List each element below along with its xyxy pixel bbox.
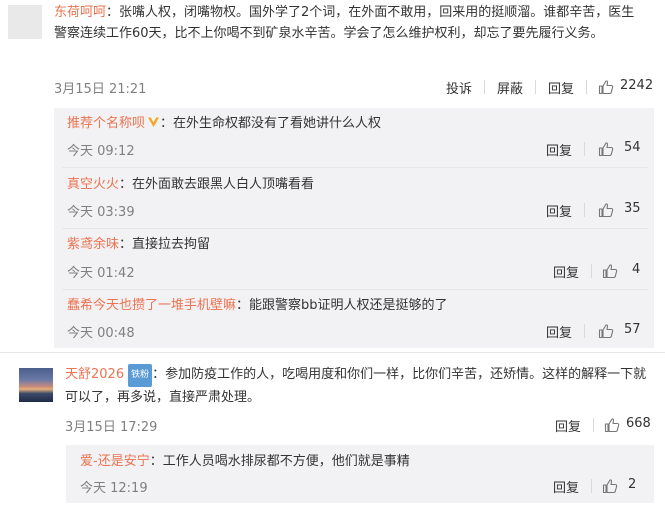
avatar[interactable] — [8, 5, 42, 39]
like-icon[interactable] — [598, 323, 614, 339]
like-icon[interactable] — [598, 79, 614, 95]
reply-text: 在外面敢去跟黑人白人顶嘴看看 — [132, 177, 315, 192]
reply-button[interactable]: 回复 — [546, 322, 572, 341]
divider — [62, 289, 648, 290]
divider — [62, 167, 648, 168]
separator — [535, 80, 536, 94]
like-count: 54 — [624, 140, 641, 155]
comment-author[interactable]: 天舒2026 — [65, 367, 124, 382]
reply-time: 今天 01:42 — [67, 266, 135, 281]
divider — [62, 228, 648, 229]
reply-author[interactable]: 蠢希今天也攒了一堆手机壁嘛 — [67, 298, 236, 313]
separator — [586, 80, 587, 94]
like-count: 2 — [628, 477, 637, 492]
separator — [593, 418, 594, 432]
reply-time: 今天 09:12 — [67, 144, 135, 159]
reply-button[interactable]: 回复 — [553, 477, 579, 496]
comment-time: 3月15日 21:21 — [54, 82, 147, 97]
separator — [584, 203, 585, 217]
separator — [584, 142, 585, 156]
report-button[interactable]: 投诉 — [446, 78, 472, 97]
comment-divider — [0, 352, 665, 353]
reply-text: 直接拉去拘留 — [132, 237, 211, 252]
like-icon[interactable] — [602, 478, 618, 494]
reply-body: 推荐个名称呗 ：在外生命权都没有了看她讲什么人权 — [67, 116, 382, 131]
block-button[interactable]: 屏蔽 — [497, 78, 523, 97]
reply-author[interactable]: 真空火火 — [67, 177, 119, 192]
vip-v-icon — [148, 117, 160, 127]
reply-text: 在外生命权都没有了看她讲什么人权 — [173, 116, 382, 131]
comment-author[interactable]: 东荷呵呵 — [54, 5, 106, 20]
reply-time: 今天 12:19 — [80, 481, 148, 496]
reply-button[interactable]: 回复 — [555, 416, 581, 435]
comment-body: 东荷呵呵：张嘴人权，闭嘴物权。国外学了2个词，在外面不敢用，回来用的挺顺溜。谁都… — [54, 5, 635, 41]
separator — [584, 324, 585, 338]
reply-button[interactable]: 回复 — [546, 201, 572, 220]
reply-time: 今天 03:39 — [67, 205, 135, 220]
like-count: 4 — [632, 262, 641, 277]
avatar[interactable] — [19, 368, 53, 402]
reply-text: 工作人员喝水排尿都不方便，他们就是事精 — [162, 454, 410, 469]
comment-time: 3月15日 17:29 — [65, 420, 158, 435]
reply-button[interactable]: 回复 — [553, 262, 579, 281]
reply-time: 今天 00:48 — [67, 326, 135, 341]
reply-author[interactable]: 紫鸢余味 — [67, 237, 119, 252]
like-count: 35 — [624, 201, 641, 216]
like-count: 668 — [626, 416, 651, 431]
fan-badge: 铁粉 — [128, 364, 153, 387]
reply-button[interactable]: 回复 — [548, 78, 574, 97]
reply-body: 蠢希今天也攒了一堆手机壁嘛：能跟警察bb证明人权还是挺够的了 — [67, 298, 448, 313]
reply-button[interactable]: 回复 — [546, 140, 572, 159]
reply-body: 爱-还是安宁：工作人员喝水排尿都不方便，他们就是事精 — [80, 454, 410, 469]
reply-text: 能跟警察bb证明人权还是挺够的了 — [249, 298, 448, 313]
comment-body: 天舒2026 铁粉 ：参加防疫工作的人，吃喝用度和你们一样，比你们辛苦，还矫情。这样… — [65, 364, 650, 408]
separator — [591, 264, 592, 278]
separator — [484, 80, 485, 94]
separator — [591, 479, 592, 493]
comment-text: 张嘴人权，闭嘴物权。国外学了2个词，在外面不敢用，回来用的挺顺溜。谁都辛苦，医生… — [54, 5, 635, 41]
like-icon[interactable] — [604, 417, 620, 433]
like-icon[interactable] — [598, 202, 614, 218]
like-count: 57 — [624, 322, 641, 337]
reply-author[interactable]: 推荐个名称呗 — [67, 116, 145, 131]
reply-author[interactable]: 爱-还是安宁 — [80, 454, 150, 469]
like-icon[interactable] — [602, 263, 618, 279]
reply-body: 真空火火：在外面敢去跟黑人白人顶嘴看看 — [67, 177, 315, 192]
like-icon[interactable] — [598, 141, 614, 157]
reply-body: 紫鸢余味：直接拉去拘留 — [67, 237, 211, 252]
like-count: 2242 — [620, 78, 654, 93]
